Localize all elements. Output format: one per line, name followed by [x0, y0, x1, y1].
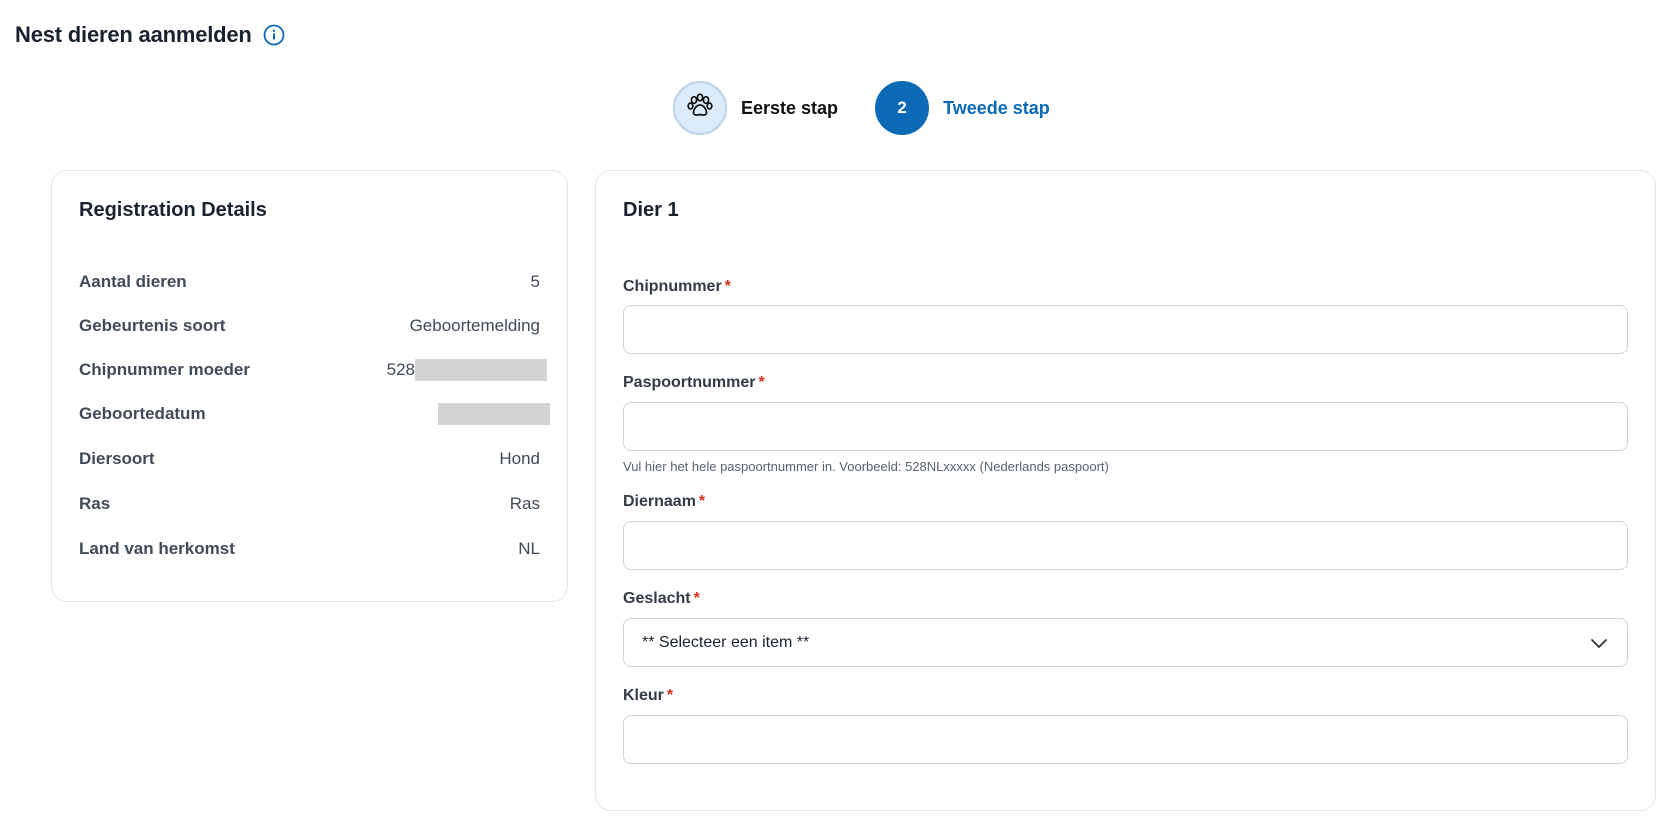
geslacht-label: Geslacht * — [623, 590, 700, 608]
step-first[interactable]: Eerste stap — [673, 81, 838, 135]
detail-label: Diersoort — [79, 449, 155, 468]
detail-value-chipnummer-moeder: 528 — [387, 359, 547, 381]
diernaam-label-text: Diernaam — [623, 493, 696, 510]
chipnummer-label: Chipnummer * — [623, 278, 731, 296]
animal-form-title: Dier 1 — [623, 199, 679, 221]
stepper: Eerste stap 2 Tweede stap — [673, 81, 1050, 135]
step-second-label: Tweede stap — [943, 97, 1050, 118]
step-second-circle: 2 — [875, 81, 930, 135]
detail-value: 5 — [530, 272, 540, 291]
required-marker: * — [758, 374, 765, 391]
detail-row-land-van-herkomst: Land van herkomst NL — [79, 537, 540, 561]
required-marker: * — [724, 278, 731, 295]
info-circle-icon[interactable] — [263, 24, 285, 46]
animal-form-card: Dier 1 Chipnummer * Paspoortnummer * Vul h… — [595, 170, 1656, 811]
page-title: Nest dieren aanmelden — [15, 22, 252, 47]
detail-row-aantal-dieren: Aantal dieren 5 — [79, 270, 540, 294]
detail-value: Ras — [509, 494, 540, 513]
diernaam-label: Diernaam * — [623, 493, 705, 511]
detail-row-gebeurtenis-soort: Gebeurtenis soort Geboortemelding — [79, 314, 540, 338]
paspoortnummer-hint: Vul hier het hele paspoortnummer in. Voo… — [623, 459, 1109, 474]
redacted-block — [438, 403, 550, 425]
chip-prefix: 528 — [386, 360, 415, 379]
chipnummer-label-text: Chipnummer — [623, 278, 722, 295]
detail-label: Chipnummer moeder — [79, 360, 250, 379]
detail-row-geboortedatum: Geboortedatum — [79, 402, 550, 426]
detail-value: Hond — [499, 449, 540, 468]
geslacht-label-text: Geslacht — [623, 590, 691, 607]
detail-row-ras: Ras Ras — [79, 492, 540, 516]
paw-icon — [686, 92, 714, 125]
detail-value: Geboortemelding — [409, 316, 540, 335]
detail-label: Ras — [79, 494, 111, 513]
page-header: Nest dieren aanmelden — [15, 22, 285, 48]
required-marker: * — [666, 687, 674, 704]
redacted-block — [415, 359, 547, 381]
registration-details-title: Registration Details — [79, 199, 267, 221]
step-second[interactable]: 2 Tweede stap — [875, 81, 1050, 135]
step-first-circle — [673, 81, 727, 135]
detail-value: NL — [518, 539, 540, 558]
detail-row-diersoort: Diersoort Hond — [79, 447, 540, 471]
required-marker: * — [693, 590, 700, 607]
detail-value-geboortedatum — [438, 403, 550, 425]
kleur-input[interactable] — [623, 715, 1628, 764]
required-marker: * — [698, 493, 706, 510]
chipnummer-input[interactable] — [623, 305, 1628, 354]
detail-row-chipnummer-moeder: Chipnummer moeder 528 — [79, 358, 547, 382]
detail-label: Aantal dieren — [79, 272, 187, 291]
kleur-label-text: Kleur — [623, 687, 664, 704]
registration-details-card: Registration Details Aantal dieren 5 Geb… — [51, 170, 568, 602]
detail-label: Geboortedatum — [79, 404, 206, 423]
kleur-label: Kleur * — [623, 687, 673, 705]
detail-label: Land van herkomst — [79, 539, 235, 558]
geslacht-select[interactable]: ** Selecteer een item ** — [623, 618, 1628, 667]
paspoortnummer-label: Paspoortnummer * — [623, 374, 765, 392]
paspoortnummer-input[interactable] — [623, 402, 1628, 451]
chevron-down-icon — [1589, 633, 1609, 653]
paspoortnummer-label-text: Paspoortnummer — [623, 374, 756, 391]
detail-label: Gebeurtenis soort — [79, 316, 226, 335]
geslacht-selected-value: ** Selecteer een item ** — [642, 633, 810, 651]
step-first-label: Eerste stap — [741, 97, 839, 118]
diernaam-input[interactable] — [623, 521, 1628, 570]
